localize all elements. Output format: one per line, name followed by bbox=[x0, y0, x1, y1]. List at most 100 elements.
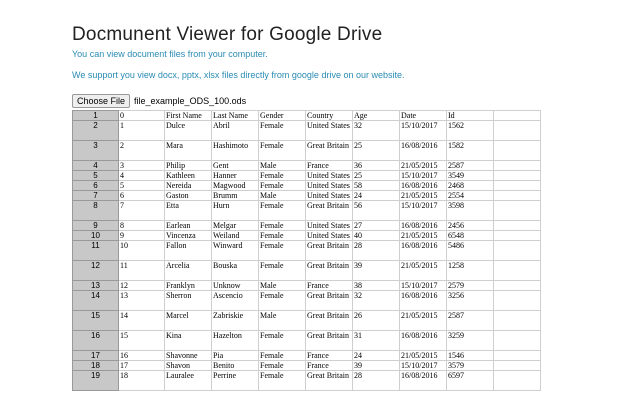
table-cell: 21/05/2015 bbox=[399, 350, 447, 361]
table-cell: 21/05/2015 bbox=[399, 160, 447, 171]
intro-text: You can view document files from your co… bbox=[72, 49, 268, 59]
sheet-header-row: 1 0 First Name Last Name Gender Country Age Dat… bbox=[72, 110, 541, 121]
table-cell: 2468 bbox=[446, 180, 494, 191]
table-cell: Magwood bbox=[211, 180, 259, 191]
table-cell: 11 bbox=[118, 260, 165, 281]
table-cell: Female bbox=[258, 290, 306, 311]
row-number-cell: 11 bbox=[72, 240, 119, 261]
table-row: 17 16 Shavonne Pia Female France 24 21/05/2015 1… bbox=[72, 350, 541, 361]
table-cell: Id bbox=[446, 110, 494, 121]
table-cell: Female bbox=[258, 180, 306, 191]
table-cell: 5 bbox=[118, 180, 165, 191]
table-cell: Earlean bbox=[164, 220, 212, 231]
table-row: 3 2 Mara Hashimoto Female Great Britain 25 16/0… bbox=[72, 140, 541, 161]
table-cell: 24 bbox=[352, 190, 400, 201]
table-cell: 24 bbox=[352, 350, 400, 361]
table-cell: 40 bbox=[352, 230, 400, 241]
table-cell: Arcelia bbox=[164, 260, 212, 281]
table-cell: Female bbox=[258, 200, 306, 221]
table-cell: 16 bbox=[118, 350, 165, 361]
table-cell bbox=[493, 280, 541, 291]
table-cell: Female bbox=[258, 140, 306, 161]
table-cell: Gaston bbox=[164, 190, 212, 201]
table-cell: Shavonne bbox=[164, 350, 212, 361]
table-cell: France bbox=[305, 360, 353, 371]
table-cell: Abril bbox=[211, 120, 259, 141]
table-row: 14 13 Sherron Ascencio Female Great Britain 32… bbox=[72, 290, 541, 311]
table-cell bbox=[493, 140, 541, 161]
table-cell: Sherron bbox=[164, 290, 212, 311]
table-cell: 21/05/2015 bbox=[399, 310, 447, 331]
table-cell: Great Britain bbox=[305, 290, 353, 311]
table-cell: Kina bbox=[164, 330, 212, 351]
table-cell: Benito bbox=[211, 360, 259, 371]
table-cell: 17 bbox=[118, 360, 165, 371]
table-cell: France bbox=[305, 280, 353, 291]
table-cell: Female bbox=[258, 330, 306, 351]
table-cell: 16/08/2016 bbox=[399, 240, 447, 261]
table-cell: 15 bbox=[118, 330, 165, 351]
table-cell: Etta bbox=[164, 200, 212, 221]
table-cell: 21/05/2015 bbox=[399, 260, 447, 281]
table-cell: Gent bbox=[211, 160, 259, 171]
table-cell: 27 bbox=[352, 220, 400, 231]
page-title: Docmunent Viewer for Google Drive bbox=[72, 24, 383, 45]
table-cell: Great Britain bbox=[305, 260, 353, 281]
table-cell: Zabriskie bbox=[211, 310, 259, 331]
table-cell: Female bbox=[258, 260, 306, 281]
spreadsheet-table: 1 0 First Name Last Name Gender Country Age Dat… bbox=[72, 110, 541, 391]
table-cell: 3 bbox=[118, 160, 165, 171]
table-row: 13 12 Franklyn Unknow Male France 38 15/10/2017… bbox=[72, 280, 541, 291]
table-cell: Great Britain bbox=[305, 240, 353, 261]
table-cell bbox=[493, 370, 541, 391]
table-cell: United States bbox=[305, 170, 353, 181]
table-row: 4 3 Philip Gent Male France 36 21/05/2015 2587 bbox=[72, 160, 541, 171]
table-row: 9 8 Earlean Melgar Female United States 27 16/0… bbox=[72, 220, 541, 231]
table-cell: Female bbox=[258, 220, 306, 231]
table-cell: 13 bbox=[118, 290, 165, 311]
table-row: 16 15 Kina Hazelton Female Great Britain 31 16/… bbox=[72, 330, 541, 351]
table-cell bbox=[493, 260, 541, 281]
table-cell: Marcel bbox=[164, 310, 212, 331]
table-cell: 5486 bbox=[446, 240, 494, 261]
table-cell: 14 bbox=[118, 310, 165, 331]
table-cell bbox=[493, 180, 541, 191]
table-cell: 3579 bbox=[446, 360, 494, 371]
table-cell: Hazelton bbox=[211, 330, 259, 351]
row-number-cell: 7 bbox=[72, 190, 119, 201]
row-number-cell: 14 bbox=[72, 290, 119, 311]
table-cell: 28 bbox=[352, 370, 400, 391]
table-cell: France bbox=[305, 160, 353, 171]
table-cell bbox=[493, 200, 541, 221]
table-cell: Winward bbox=[211, 240, 259, 261]
table-cell: Female bbox=[258, 370, 306, 391]
table-cell: Female bbox=[258, 350, 306, 361]
row-number-cell: 19 bbox=[72, 370, 119, 391]
support-text: We support you view docx, pptx, xlsx fil… bbox=[72, 70, 405, 80]
table-cell bbox=[493, 220, 541, 231]
table-cell: Hanner bbox=[211, 170, 259, 181]
table-cell: Nereida bbox=[164, 180, 212, 191]
table-cell: Mara bbox=[164, 140, 212, 161]
table-cell: Male bbox=[258, 160, 306, 171]
table-cell: Kathleen bbox=[164, 170, 212, 181]
table-cell: 2456 bbox=[446, 220, 494, 231]
table-cell: 25 bbox=[352, 170, 400, 181]
table-cell bbox=[493, 170, 541, 181]
table-cell: United States bbox=[305, 220, 353, 231]
table-cell: 15/10/2017 bbox=[399, 280, 447, 291]
table-cell: France bbox=[305, 350, 353, 361]
table-cell: 26 bbox=[352, 310, 400, 331]
table-cell: Vincenza bbox=[164, 230, 212, 241]
table-cell bbox=[493, 120, 541, 141]
choose-file-button[interactable]: Choose File bbox=[72, 94, 131, 108]
table-cell: 2554 bbox=[446, 190, 494, 201]
row-number-cell: 15 bbox=[72, 310, 119, 331]
table-cell: 39 bbox=[352, 260, 400, 281]
table-row: 6 5 Nereida Magwood Female United States 58 16/… bbox=[72, 180, 541, 191]
table-cell: United States bbox=[305, 120, 353, 141]
table-cell: Great Britain bbox=[305, 140, 353, 161]
table-cell: 1 bbox=[118, 120, 165, 141]
table-cell: Date bbox=[399, 110, 447, 121]
table-cell: 2579 bbox=[446, 280, 494, 291]
